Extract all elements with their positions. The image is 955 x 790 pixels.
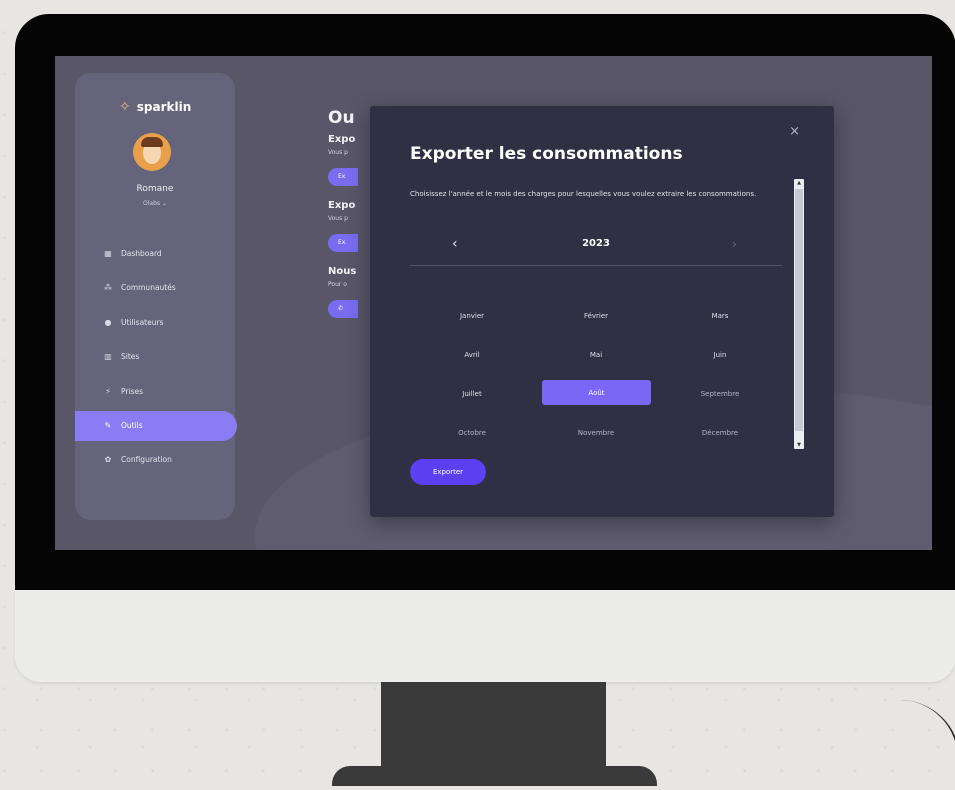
modal-title: Exporter les consommations [410,144,683,164]
user-name: Romane [136,184,174,194]
sidebar-item-label: Communautés [121,283,176,293]
sidebar-item-sites[interactable]: ▥ Sites [75,340,235,375]
month-juillet[interactable]: Juillet [410,374,534,413]
grid-icon: ▦ [104,248,112,258]
avatar-hair [141,137,163,147]
month-avril[interactable]: Avril [410,335,534,374]
sidebar: ✧ sparklin Romane Olabs ⌄ ▦ Dashboard ⁂ … [75,73,237,520]
phone-icon: ✆ [338,305,344,312]
app-screen: ✧ sparklin Romane Olabs ⌄ ▦ Dashboard ⁂ … [55,56,932,550]
sidebar-item-label: Sites [121,352,140,362]
close-icon[interactable]: × [789,124,800,139]
sidebar-item-outils[interactable]: ✎ Outils [75,410,237,441]
year-selector: ‹ 2023 › [410,236,782,258]
sidebar-nav: ▦ Dashboard ⁂ Communautés ● Utilisateurs… [75,236,237,478]
monitor-stand-base [332,766,657,786]
org-name: Olabs [143,200,161,207]
section-text: Pour o [328,281,347,288]
sidebar-item-label: Dashboard [121,248,162,258]
brand-name: sparklin [136,100,192,114]
chevron-right-icon[interactable]: › [732,237,737,251]
sidebar-item-dashboard[interactable]: ▦ Dashboard [75,236,235,271]
scroll-up-icon[interactable]: ▲ [794,180,804,186]
sidebar-item-label: Prises [121,386,143,396]
export-modal: × Exporter les consommations Choisissez … [370,106,834,517]
sidebar-item-label: Utilisateurs [121,317,164,327]
sidebar-item-prises[interactable]: ⚡ Prises [75,374,235,409]
section-heading: Nous [328,266,357,277]
sidebar-item-label: Configuration [121,455,172,465]
scrollbar[interactable]: ▲ ▼ [794,179,804,449]
sidebar-item-label: Outils [121,421,143,430]
user-icon: ● [104,317,112,327]
org-selector[interactable]: Olabs ⌄ [75,200,235,207]
phone-button[interactable]: ✆ [328,300,358,318]
avatar[interactable] [133,133,171,171]
export-section-button[interactable]: Ex [328,168,358,186]
wrench-icon: ✎ [104,421,112,430]
page-content: Ou Expo Vous p Ex Expo Vous p Ex Nous Po… [328,108,358,318]
divider [410,265,782,266]
month-mai[interactable]: Mai [534,335,658,374]
month-grid: Janvier Février Mars Avril Mai Juin Juil… [410,296,782,452]
chevron-down-icon: ⌄ [161,200,167,207]
month-decembre[interactable]: Décembre [658,413,782,452]
section-heading: Expo [328,134,356,145]
sparkle-icon: ✧ [119,99,131,115]
scrollbar-thumb[interactable] [795,189,803,431]
community-icon: ⁂ [104,283,112,293]
month-aout[interactable]: Août [542,380,651,405]
month-janvier[interactable]: Janvier [410,296,534,335]
sidebar-item-configuration[interactable]: ✿ Configuration [75,443,235,478]
monitor-chin [15,590,955,682]
export-section-button[interactable]: Ex [328,234,358,252]
month-septembre[interactable]: Septembre [658,374,782,413]
gear-icon: ✿ [104,455,112,465]
scroll-down-icon[interactable]: ▼ [794,442,804,448]
plug-icon: ⚡ [105,386,111,396]
section-text: Vous p [328,149,348,156]
page-title: Ou [328,108,355,128]
modal-description: Choisissez l'année et le mois des charge… [410,190,757,198]
section-text: Vous p [328,215,348,222]
section-heading: Expo [328,200,356,211]
monitor-stand [381,682,606,779]
brand-logo[interactable]: ✧ sparklin [119,99,191,115]
month-fevrier[interactable]: Février [534,296,658,335]
month-novembre[interactable]: Novembre [534,413,658,452]
month-octobre[interactable]: Octobre [410,413,534,452]
sidebar-item-communautes[interactable]: ⁂ Communautés [75,271,235,306]
month-mars[interactable]: Mars [658,296,782,335]
sidebar-item-utilisateurs[interactable]: ● Utilisateurs [75,305,235,340]
month-juin[interactable]: Juin [658,335,782,374]
building-icon: ▥ [104,352,112,362]
year-label: 2023 [582,238,610,249]
export-button[interactable]: Exporter [410,459,486,485]
